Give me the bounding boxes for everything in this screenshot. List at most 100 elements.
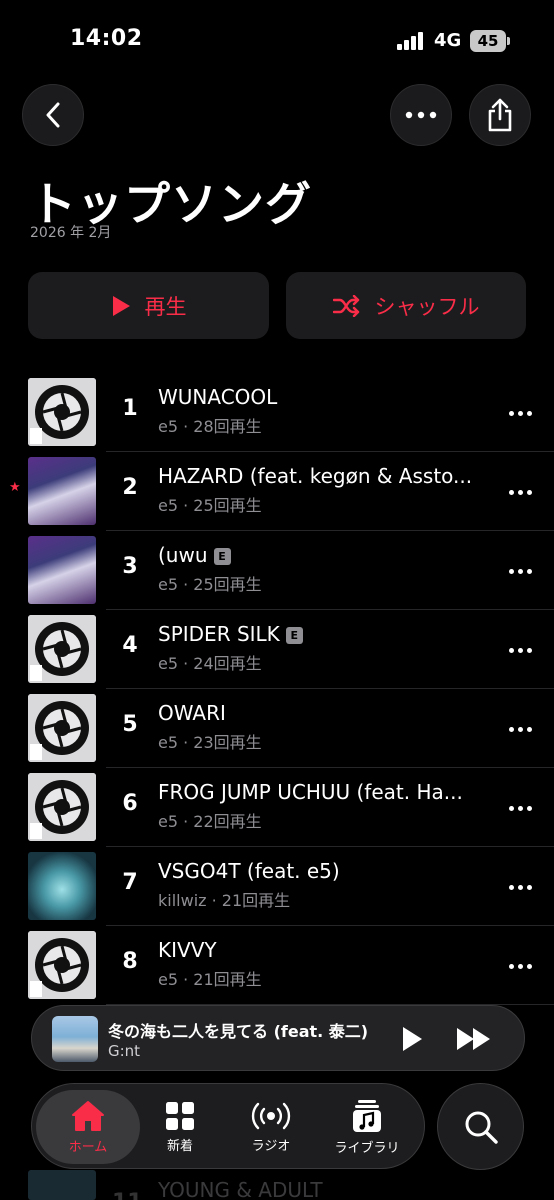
track-meta: e5 · 21回再生 [158,970,262,989]
fast-forward-icon[interactable] [456,1027,492,1051]
share-icon [488,98,512,132]
play-icon[interactable] [400,1026,424,1052]
track-rank: 11 [112,1190,143,1200]
tab-library[interactable]: ライブラリ [322,1084,412,1170]
album-art [28,615,96,683]
page-subtitle: 2026 年 2月 [30,225,112,241]
track-more-button[interactable] [500,559,540,583]
explicit-badge: E [213,548,231,565]
shuffle-button[interactable]: シャッフル [286,272,526,339]
track-more-button[interactable] [500,954,540,978]
shuffle-label: シャッフル [374,294,480,319]
now-playing-artwork [52,1016,98,1062]
track-meta: e5 · 22回再生 [158,812,262,831]
track-artist: e5 [158,812,179,831]
play-icon [112,295,130,316]
album-art [28,378,96,446]
tab-new[interactable]: 新着 [140,1084,220,1170]
track-row[interactable]: 8 KIVVY e5 · 21回再生 [0,926,554,1005]
track-title-line: (uwu E [158,543,488,567]
tab-radio-label: ラジオ [251,1138,291,1154]
track-more-button[interactable] [500,480,540,504]
track-plays: 22回再生 [193,812,262,831]
track-row[interactable]: 6 FROG JUMP UCHUU (feat. Ha... e5 · 22回再… [0,768,554,847]
track-plays: 24回再生 [193,654,262,673]
track-row[interactable]: 7 VSGO4T (feat. e5) killwiz · 21回再生 [0,847,554,926]
track-title: SPIDER SILK [158,622,280,646]
track-title-line: VSGO4T (feat. e5) [158,859,488,883]
tab-new-label: 新着 [166,1138,193,1154]
back-button[interactable] [22,84,84,146]
album-art [28,852,96,920]
search-icon [465,1111,498,1144]
grid-icon [166,1101,194,1130]
album-art [28,1170,96,1200]
track-more-button[interactable] [500,875,540,899]
shuffle-icon [332,294,359,317]
track-rank: 1 [122,396,138,421]
play-button[interactable]: 再生 [28,272,269,339]
track-title-line: KIVVY [158,938,488,962]
tab-radio[interactable]: ラジオ [228,1084,314,1170]
album-art [28,536,96,604]
share-button[interactable] [469,84,531,146]
network-type: 4G [434,30,462,51]
album-art [28,457,96,525]
track-row[interactable]: 3 (uwu E e5 · 25回再生 [0,531,554,610]
track-title: HAZARD (feat. kegøn & Assto... [158,464,473,488]
track-rank: 4 [122,633,138,658]
tab-home-label: ホーム [68,1139,108,1155]
track-artist: e5 [158,733,179,752]
track-rank: 3 [122,554,138,579]
track-artist: e5 [158,970,179,989]
album-art [28,694,96,762]
track-more-button[interactable] [500,401,540,425]
more-options-button[interactable] [390,84,452,146]
track-meta: e5 · 25回再生 [158,496,262,515]
track-row[interactable]: 4 SPIDER SILK E e5 · 24回再生 [0,610,554,689]
cellular-signal-icon [397,32,423,50]
track-plays: 23回再生 [193,733,262,752]
track-artist: e5 [158,654,179,673]
track-plays: 25回再生 [193,575,262,594]
status-time: 14:02 [70,26,143,51]
track-row[interactable]: ★ 2 HAZARD (feat. kegøn & Assto... e5 · … [0,452,554,531]
track-title: YOUNG & ADULT [158,1178,323,1200]
track-rank: 8 [122,949,138,974]
track-meta: e5 · 28回再生 [158,417,262,436]
track-plays: 28回再生 [193,417,262,436]
track-artist: killwiz [158,891,207,910]
mini-player[interactable]: 冬の海も二人を見てる (feat. 泰二) G:nt [31,1005,525,1071]
tab-library-label: ライブラリ [334,1140,400,1156]
track-row[interactable]: 5 OWARI e5 · 23回再生 [0,689,554,768]
track-meta: killwiz · 21回再生 [158,891,291,910]
now-playing-title: 冬の海も二人を見てる (feat. 泰二) [108,1022,369,1041]
music-library-icon [353,1099,381,1132]
play-label: 再生 [144,294,187,319]
track-artist: e5 [158,417,179,436]
track-more-button[interactable] [500,638,540,662]
album-art [28,931,96,999]
search-button[interactable] [437,1083,524,1170]
track-title: FROG JUMP UCHUU (feat. Ha... [158,780,463,804]
chevron-left-icon [46,102,60,128]
track-rank: 5 [122,712,138,737]
track-title-line: FROG JUMP UCHUU (feat. Ha... [158,780,488,804]
track-plays: 25回再生 [193,496,262,515]
track-title: KIVVY [158,938,217,962]
track-plays: 21回再生 [221,891,291,910]
track-more-button[interactable] [500,796,540,820]
track-meta: e5 · 23回再生 [158,733,262,752]
favorite-star-icon: ★ [9,480,21,495]
status-bar: 14:02 4G 45 [0,0,554,80]
album-art [28,773,96,841]
tab-home[interactable]: ホーム [36,1090,140,1164]
track-artist: e5 [158,575,179,594]
track-row[interactable]: 1 WUNACOOL e5 · 28回再生 [0,373,554,452]
track-rank: 6 [122,791,138,816]
track-more-button[interactable] [500,717,540,741]
track-artist: e5 [158,496,179,515]
track-rank: 7 [122,870,138,895]
track-meta: e5 · 25回再生 [158,575,262,594]
track-plays: 21回再生 [193,970,262,989]
